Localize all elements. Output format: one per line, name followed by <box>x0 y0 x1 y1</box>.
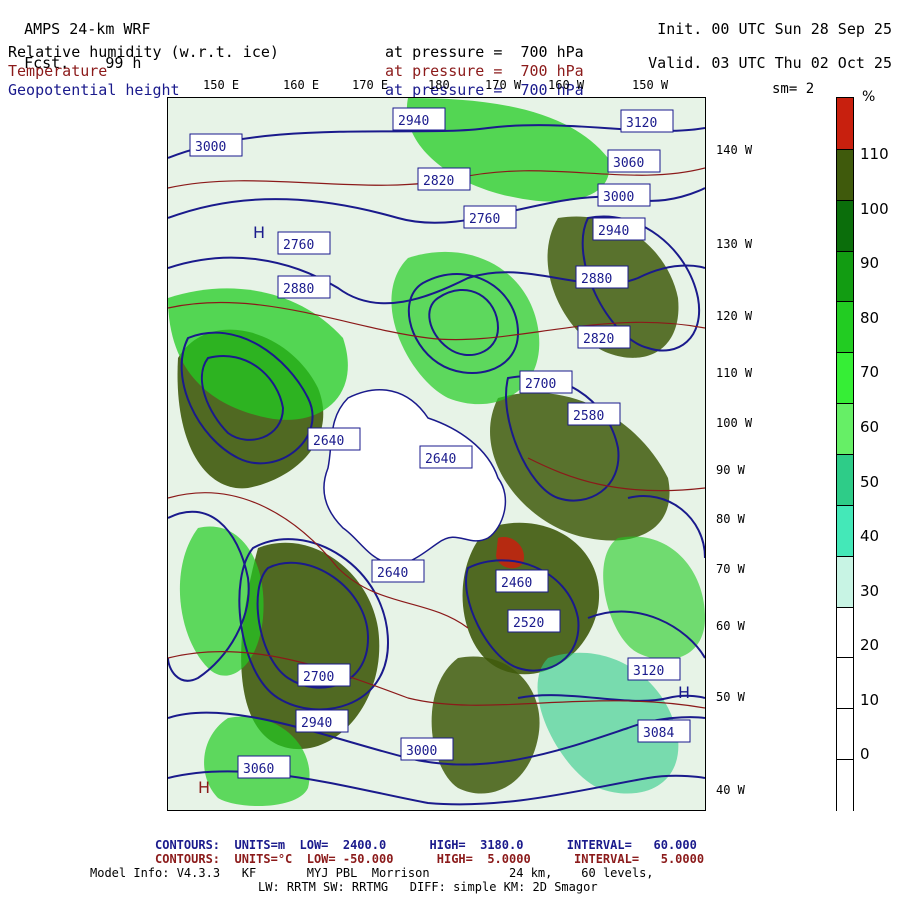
footer-height-contours: CONTOURS: UNITS=m LOW= 2400.0 HIGH= 3180… <box>155 838 697 852</box>
colorbar-label: 100 <box>860 200 889 218</box>
valid-time: Valid. 03 UTC Thu 02 Oct 25 <box>648 54 892 72</box>
footer-physics-info: LW: RRTM SW: RRTMG DIFF: simple KM: 2D S… <box>258 880 598 894</box>
colorbar-label: 40 <box>860 527 880 545</box>
lat-label: 80 W <box>716 512 745 526</box>
lon-label: 170 W <box>485 78 522 92</box>
colorbar-segment <box>837 250 853 303</box>
colorbar-segment <box>837 98 853 149</box>
colorbar-segment <box>837 555 853 608</box>
colorbar-label: 10 <box>860 691 880 709</box>
footer-temp-contours: CONTOURS: UNITS=°C LOW= -50.000 HIGH= 5.… <box>155 852 705 866</box>
contour-label: 2640 <box>377 566 408 581</box>
contour-label: 2940 <box>301 716 332 731</box>
lon-label: 180 <box>428 78 450 92</box>
contour-label: 2520 <box>513 616 544 631</box>
contour-label: 2880 <box>283 282 314 297</box>
contour-label: 3000 <box>406 744 437 759</box>
colorbar-segment <box>837 759 853 811</box>
colorbar-label: 70 <box>860 363 880 381</box>
footer-model-info: Model Info: V4.3.3 KF MYJ PBL Morrison 2… <box>90 866 654 880</box>
contour-label: 3120 <box>633 664 664 679</box>
lat-label: 110 W <box>716 366 753 380</box>
contour-label: 2820 <box>583 332 614 347</box>
colorbar-segment <box>837 606 853 659</box>
colorbar-segment <box>837 454 853 506</box>
lat-label: 60 W <box>716 619 745 633</box>
contour-label: 3060 <box>613 156 644 171</box>
high-marker: H <box>253 223 265 242</box>
colorbar-label: 110 <box>860 145 889 163</box>
colorbar-label: 30 <box>860 582 880 600</box>
time-info: Init. 00 UTC Sun 28 Sep 25 Valid. 03 UTC… <box>630 4 892 72</box>
contour-label: 3000 <box>195 140 226 155</box>
colorbar <box>836 97 854 811</box>
contour-label: 3060 <box>243 762 274 777</box>
contour-label: 2940 <box>598 224 629 239</box>
contour-label: 2640 <box>313 434 344 449</box>
colorbar-segment <box>837 301 853 354</box>
lat-label: 130 W <box>716 237 753 251</box>
colorbar-label: 20 <box>860 636 880 654</box>
colorbar-segment <box>837 148 853 201</box>
lat-label: 40 W <box>716 783 745 797</box>
lat-label: 100 W <box>716 416 753 430</box>
colorbar-segment <box>837 199 853 252</box>
colorbar-segment <box>837 403 853 455</box>
colorbar-segment <box>837 504 853 557</box>
map-svg: 3120 3060 3000 2940 2880 2820 2760 2700 … <box>168 98 705 810</box>
lon-label: 150 W <box>632 78 669 92</box>
high-marker: H <box>198 778 210 797</box>
contour-label: 3120 <box>626 116 657 131</box>
contour-label: 2700 <box>525 377 556 392</box>
lon-label: 160 W <box>548 78 585 92</box>
lat-label: 90 W <box>716 463 745 477</box>
contour-label: 2640 <box>425 452 456 467</box>
field-rh-level: at pressure = 700 hPa <box>385 43 584 61</box>
lon-label: 170 E <box>352 78 389 92</box>
field-gh-name: Geopotential height <box>8 81 180 99</box>
contour-label: 2820 <box>423 174 454 189</box>
map-panel: 3120 3060 3000 2940 2880 2820 2760 2700 … <box>167 97 706 811</box>
contour-label: 2940 <box>398 114 429 129</box>
colorbar-unit: % <box>862 89 876 105</box>
contour-label: 3084 <box>643 726 674 741</box>
init-time: Init. 00 UTC Sun 28 Sep 25 <box>657 20 892 38</box>
lat-label: 70 W <box>716 562 745 576</box>
contour-label: 2460 <box>501 576 532 591</box>
contour-label: 2880 <box>581 272 612 287</box>
colorbar-label: 60 <box>860 418 880 436</box>
model-name: AMPS 24-km WRF <box>24 20 151 38</box>
colorbar-segment <box>837 352 853 405</box>
contour-label: 2700 <box>303 670 334 685</box>
colorbar-segment <box>837 657 853 710</box>
lon-label: 150 E <box>203 78 240 92</box>
lat-label: 50 W <box>716 690 745 704</box>
colorbar-label: 0 <box>860 745 870 763</box>
colorbar-label: 50 <box>860 473 880 491</box>
lat-label: 120 W <box>716 309 753 323</box>
field-temp-name: Temperature <box>8 62 108 80</box>
high-marker: H <box>678 683 690 702</box>
contour-label: 2580 <box>573 409 604 424</box>
lat-label: 140 W <box>716 143 753 157</box>
lon-label: 160 E <box>283 78 320 92</box>
smoothing-label: sm= 2 <box>772 81 815 97</box>
contour-label: 3000 <box>603 190 634 205</box>
colorbar-label: 90 <box>860 254 880 272</box>
field-rh-name: Relative humidity (w.r.t. ice) <box>8 43 279 61</box>
colorbar-label: 80 <box>860 309 880 327</box>
colorbar-segment <box>837 708 853 761</box>
